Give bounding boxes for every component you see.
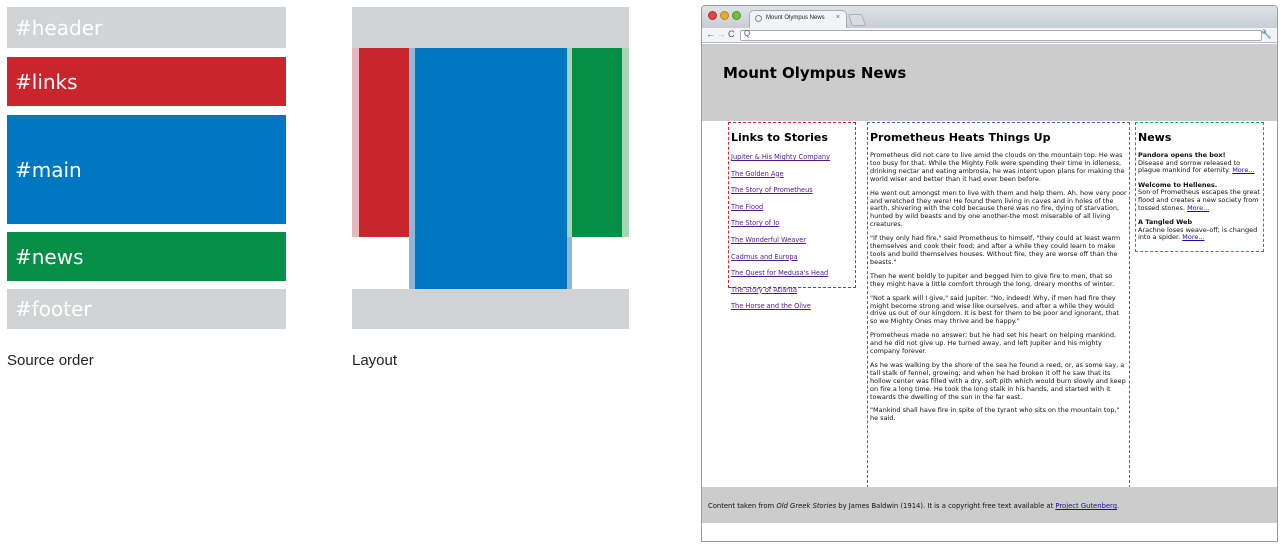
source-news-label: #news: [15, 244, 84, 269]
source-links-block: #links: [7, 57, 286, 106]
layout-links-block: [359, 48, 409, 237]
news-item: A Tangled Web Arachne loses weave-off; i…: [1138, 219, 1261, 242]
favicon-icon: [755, 15, 762, 22]
source-order-caption: Source order: [7, 352, 94, 369]
layout-empty-right: [572, 237, 629, 289]
page-footer: Content taken from Old Greek Stories by …: [702, 487, 1277, 523]
layout-footer-block: [352, 289, 629, 329]
new-tab-button[interactable]: [847, 14, 867, 26]
story-link[interactable]: The Golden Age: [731, 169, 855, 186]
article-paragraph: Prometheus did not care to live amid the…: [870, 151, 1125, 183]
article-heading: Prometheus Heats Things Up: [870, 131, 1051, 144]
gutenberg-link[interactable]: Project Gutenberg: [1055, 502, 1117, 510]
story-link[interactable]: The Story of Atlanta: [731, 285, 855, 302]
source-header-label: #header: [15, 15, 103, 40]
minimize-window-button[interactable]: [720, 11, 729, 20]
story-link[interactable]: The Wonderful Weaver: [731, 235, 855, 252]
article-paragraph: As he was walking by the shore of the se…: [870, 360, 1126, 401]
news-column: News Pandora opens the box! Disease and …: [1135, 122, 1264, 252]
story-link[interactable]: Cadmus and Europa: [731, 252, 855, 269]
article-paragraph: Prometheus made no answer; but he had se…: [870, 331, 1117, 356]
article-paragraph: "Mankind shall have fire in spite of the…: [870, 406, 1120, 423]
address-bar[interactable]: Q: [740, 29, 1262, 41]
forward-arrow-icon[interactable]: →: [717, 29, 726, 39]
story-link[interactable]: The Horse and the Olive: [731, 301, 855, 318]
source-main-label: #main: [15, 157, 82, 182]
footer-middle: by James Baldwin (1914). It is a copyrig…: [836, 502, 1056, 510]
browser-toolbar: ← → C Q 🔧: [702, 28, 1277, 43]
source-links-label: #links: [15, 69, 78, 94]
footer-prefix: Content taken from: [708, 502, 777, 510]
story-link[interactable]: The Flood: [731, 202, 855, 219]
page-viewport: Mount Olympus News Links to Stories Jupi…: [702, 44, 1277, 541]
reload-icon[interactable]: C: [728, 29, 735, 39]
story-link[interactable]: The Story of Io: [731, 218, 855, 235]
maximize-window-button[interactable]: [732, 11, 741, 20]
article-paragraph: Then he went boldly to Jupiter and begge…: [870, 271, 1115, 288]
source-header-block: #header: [7, 7, 286, 48]
story-link[interactable]: The Quest for Medusa's Head: [731, 268, 855, 285]
source-main-block: #main: [7, 115, 286, 224]
layout-caption: Layout: [352, 352, 398, 369]
source-news-block: #news: [7, 232, 286, 281]
article-paragraph: "If they only had fire," said Prometheus…: [870, 234, 1121, 266]
main-column: Prometheus Heats Things Up Prometheus di…: [867, 122, 1130, 488]
links-heading: Links to Stories: [731, 131, 828, 144]
news-item: Welcome to Hellenes. Son of Prometheus e…: [1138, 181, 1261, 212]
back-arrow-icon[interactable]: ←: [706, 29, 715, 39]
title-bar: Mount Olympus News ×: [702, 6, 1277, 28]
footer-suffix: .: [1117, 502, 1120, 510]
links-column: Links to Stories Jupiter & His Mighty Co…: [728, 122, 856, 310]
news-more-link[interactable]: More...: [1182, 233, 1204, 242]
news-heading: News: [1138, 131, 1172, 144]
footer-source-title: Old Greek Stories: [776, 502, 837, 510]
story-link[interactable]: The Story of Prometheus: [731, 185, 855, 202]
browser-window: Mount Olympus News × ← → C Q 🔧 Mount Oly…: [701, 5, 1278, 542]
tab-title: Mount Olympus News: [766, 15, 825, 21]
news-body: Disease and sorrow released to plague ma…: [1138, 158, 1241, 175]
source-footer-label: #footer: [15, 297, 92, 321]
layout-main-block: [415, 48, 567, 289]
search-icon: Q: [744, 29, 751, 38]
news-more-link[interactable]: More...: [1187, 204, 1209, 212]
story-link[interactable]: Jupiter & His Mighty Company: [731, 152, 855, 169]
close-window-button[interactable]: [708, 11, 717, 20]
wrench-menu-icon[interactable]: 🔧: [1261, 29, 1272, 40]
layout-empty-left: [352, 237, 409, 289]
article-paragraph: "Not a spark will I give," said Jupiter.…: [870, 293, 1119, 326]
page-header: Mount Olympus News: [702, 44, 1277, 121]
layout-news-block: [572, 48, 622, 237]
tab-close-icon[interactable]: ×: [836, 14, 840, 21]
source-footer-block: #footer: [7, 289, 286, 329]
browser-tab[interactable]: Mount Olympus News ×: [749, 10, 847, 28]
page-title: Mount Olympus News: [723, 64, 907, 82]
article-paragraph: He went out amongst men to live with the…: [870, 188, 1127, 229]
news-item: Pandora opens the box! Disease and sorro…: [1138, 151, 1261, 175]
news-more-link[interactable]: More...: [1232, 166, 1254, 174]
